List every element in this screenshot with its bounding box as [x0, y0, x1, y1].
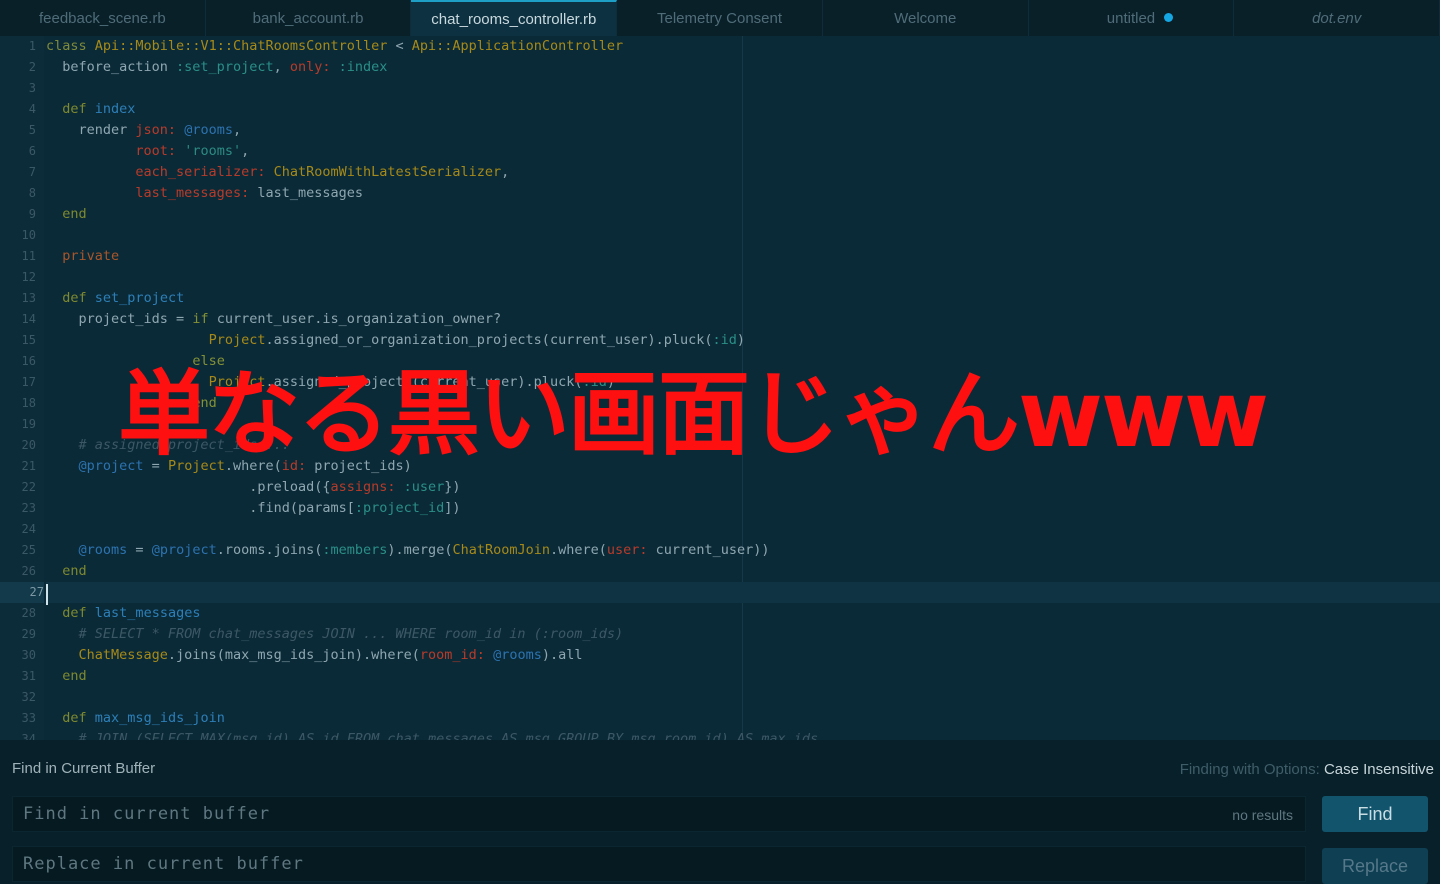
results-count: no results: [1232, 807, 1293, 823]
code-line: last_messages: last_messages: [135, 185, 363, 201]
line-number: 10: [21, 228, 36, 242]
code-line: class Api::Mobile::V1::ChatRoomsControll…: [46, 38, 624, 54]
code-line: @rooms = @project.rooms.joins(:members).…: [78, 542, 770, 558]
code-line: root: 'rooms',: [135, 143, 250, 159]
line-number: 3: [28, 81, 36, 95]
line-number: 24: [21, 522, 36, 536]
line-number: 32: [21, 690, 36, 704]
overlay-caption: 単なる黒い画面じゃんwww: [118, 361, 1269, 468]
tab-telemetry-consent[interactable]: Telemetry Consent: [617, 0, 823, 36]
line-number: 22: [21, 480, 36, 494]
line-number: 15: [21, 333, 36, 347]
line-number: 26: [21, 564, 36, 578]
line-number-gutter: 1 2 3 4 5 6 7 8 9 10 11 12 13 14 15 16 1…: [0, 36, 44, 740]
replace-field[interactable]: [12, 846, 1306, 882]
tab-welcome[interactable]: Welcome: [823, 0, 1029, 36]
line-number: 25: [21, 543, 36, 557]
code-line: def max_msg_ids_join: [62, 710, 225, 726]
find-options-prefix: Finding with Options:: [1179, 761, 1320, 778]
tab-label: chat_rooms_controller.rb: [431, 10, 597, 28]
tab-bank-account[interactable]: bank_account.rb: [206, 0, 412, 36]
tab-label: dot.env: [1312, 9, 1362, 27]
line-number: 6: [28, 144, 36, 158]
line-number: 18: [21, 396, 36, 410]
line-number: 11: [21, 249, 36, 263]
line-number: 1: [28, 39, 36, 53]
find-field[interactable]: no results: [12, 796, 1306, 832]
find-options-value: Case Insensitive: [1323, 761, 1434, 778]
code-line: end: [62, 668, 87, 684]
line-number: 14: [21, 312, 36, 326]
line-number: 23: [21, 501, 36, 515]
modified-dot-icon: [1164, 13, 1174, 22]
code-line: private: [62, 248, 120, 264]
line-number: 29: [21, 627, 36, 641]
code-line: def last_messages: [62, 605, 201, 621]
code-line: project_ids = if current_user.is_organiz…: [46, 311, 502, 327]
code-line: # SELECT * FROM chat_messages JOIN ... W…: [78, 626, 624, 642]
line-number: 31: [21, 669, 36, 683]
line-number: 9: [28, 207, 36, 221]
code-line: def index: [62, 101, 136, 117]
code-line: .find(params[:project_id]): [46, 500, 461, 516]
line-number: 28: [21, 606, 36, 620]
line-number: 13: [21, 291, 36, 305]
line-number: 19: [21, 417, 36, 431]
find-button[interactable]: Find: [1322, 796, 1428, 832]
line-number: 5: [28, 123, 36, 137]
tab-label: Telemetry Consent: [656, 9, 783, 27]
tab-feedback-scene[interactable]: feedback_scene.rb: [0, 0, 206, 36]
code-line: end: [62, 563, 87, 579]
line-number: 16: [21, 354, 36, 368]
line-number: 20: [21, 438, 36, 452]
code-line: ChatMessage.joins(max_msg_ids_join).wher…: [78, 647, 583, 663]
code-line: .preload({assigns: :user}): [46, 479, 461, 495]
line-number: 33: [21, 711, 36, 725]
line-number: 4: [28, 102, 36, 116]
code-line: each_serializer: ChatRoomWithLatestSeria…: [135, 164, 510, 180]
tab-chat-rooms-controller[interactable]: chat_rooms_controller.rb: [411, 0, 618, 36]
code-line-current: [46, 582, 1440, 603]
line-number: 2: [28, 60, 36, 74]
code-line: end: [62, 206, 87, 222]
line-number: 30: [21, 648, 36, 662]
code-line: before_action :set_project, only: :index: [46, 59, 388, 75]
tab-bar: feedback_scene.rb bank_account.rb chat_r…: [0, 0, 1440, 36]
line-number: 34: [21, 732, 36, 740]
code-line: def set_project: [62, 290, 185, 306]
code-line: # JOIN (SELECT MAX(msg.id) AS id FROM ch…: [78, 731, 819, 740]
line-number-current: 27: [0, 582, 44, 603]
find-panel: Find in Current Buffer Finding with Opti…: [0, 740, 1440, 884]
tab-label: bank_account.rb: [252, 9, 364, 27]
line-number: 17: [21, 375, 36, 389]
replace-input[interactable]: [13, 847, 1305, 881]
tab-label: untitled: [1106, 9, 1156, 27]
text-cursor: [46, 584, 48, 605]
tab-label: Welcome: [894, 9, 957, 27]
line-number: 12: [21, 270, 36, 284]
code-line: Project.assigned_or_organization_project…: [208, 332, 746, 348]
tab-untitled[interactable]: untitled: [1029, 0, 1235, 36]
code-line: render json: @rooms,: [46, 122, 242, 138]
line-number: 7: [28, 165, 36, 179]
find-input[interactable]: [13, 797, 1305, 831]
find-options: Finding with Options: Case Insensitive: [1180, 761, 1434, 778]
line-number: 8: [28, 186, 36, 200]
tab-dot-env[interactable]: dot.env: [1234, 0, 1440, 36]
replace-button[interactable]: Replace: [1322, 848, 1428, 884]
tab-label: feedback_scene.rb: [38, 9, 166, 27]
find-panel-title: Find in Current Buffer: [12, 760, 156, 777]
line-number: 21: [21, 459, 36, 473]
